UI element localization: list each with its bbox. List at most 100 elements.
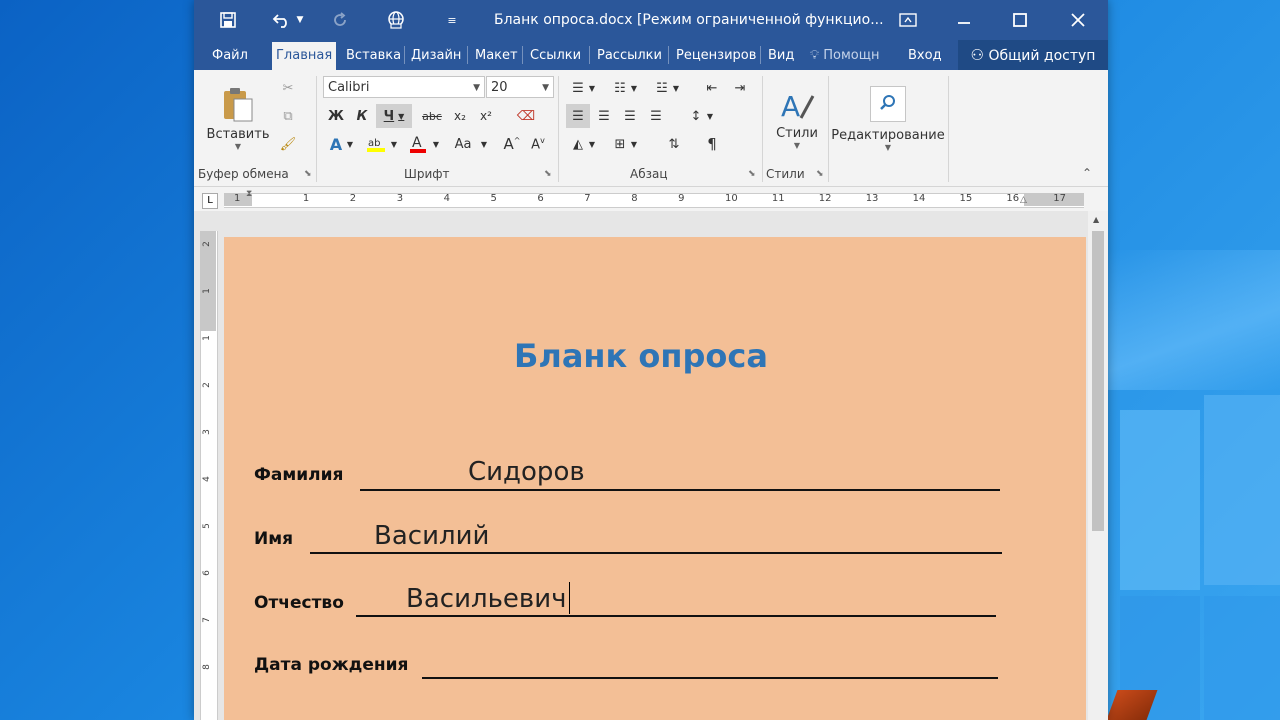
multilevel-dropdown[interactable]: ▼	[670, 76, 682, 100]
increase-indent-button[interactable]: ⇥	[728, 76, 752, 100]
bold-button[interactable]: Ж	[324, 104, 348, 128]
paragraph-launcher[interactable]: ⬊	[748, 169, 756, 179]
svg-text:ab: ab	[368, 138, 380, 149]
ruler-number: 14	[912, 193, 926, 204]
numbering-dropdown[interactable]: ▼	[628, 76, 640, 100]
styles-button[interactable]: A Стили ▼	[768, 76, 826, 162]
tab-home[interactable]: Главная	[272, 42, 337, 70]
sign-in-link[interactable]: Вход	[904, 42, 946, 70]
collapse-ribbon-button[interactable]: ⌃	[1082, 166, 1092, 180]
document-page[interactable]: Бланк опроса Фамилия Сидоров Имя Василий…	[224, 237, 1086, 720]
change-case-button[interactable]: Aa	[448, 132, 478, 156]
tab-insert[interactable]: Вставка	[342, 42, 405, 70]
shading-dropdown[interactable]: ▼	[586, 132, 598, 156]
chevron-down-icon: ▼	[432, 139, 440, 149]
subscript-button[interactable]: x₂	[448, 104, 472, 128]
title-bar: ▼ ≡ Бланк опроса.docx [Режим ограниченно…	[194, 0, 1108, 40]
vertical-ruler-number: 2	[201, 241, 212, 247]
chevron-down-icon: ▼	[630, 83, 638, 93]
align-right-button[interactable]: ☰	[618, 104, 642, 128]
minimize-icon	[957, 13, 971, 27]
clipboard-launcher[interactable]: ⬊	[304, 169, 312, 179]
group-separator	[948, 76, 949, 182]
editing-button[interactable]: Редактирование ▼	[830, 76, 946, 162]
tab-view[interactable]: Вид	[764, 42, 798, 70]
align-center-button[interactable]: ☰	[592, 104, 616, 128]
lightbulb-icon: 💡︎	[810, 48, 820, 63]
ruler-number: 1	[234, 193, 241, 204]
paragraph-group-label: Абзац	[630, 167, 668, 181]
desktop-light-beam	[1108, 250, 1280, 390]
decrease-indent-button[interactable]: ⇤	[700, 76, 724, 100]
scrollbar-thumb[interactable]	[1092, 231, 1104, 531]
superscript-button[interactable]: x²	[474, 104, 498, 128]
font-size-combo[interactable]: 20 ▼	[486, 76, 554, 98]
change-case-dropdown[interactable]: ▼	[478, 132, 490, 156]
tab-tell-me[interactable]: 💡︎ Помощн	[806, 42, 883, 70]
tab-mailings[interactable]: Рассылки	[593, 42, 666, 70]
text-effects-dropdown[interactable]: ▼	[344, 132, 356, 156]
highlight-button[interactable]: ab	[364, 132, 388, 156]
strikethrough-button[interactable]: abc	[420, 104, 444, 128]
tab-design[interactable]: Дизайн	[407, 42, 465, 70]
ribbon-display-options-button[interactable]	[880, 0, 936, 40]
field-value-patronymic[interactable]: Васильевич	[406, 584, 566, 614]
format-painter-button[interactable]: 🖌︎	[276, 132, 300, 156]
tab-references[interactable]: Ссылки	[526, 42, 585, 70]
ruler-number: 1	[302, 193, 310, 204]
close-button[interactable]	[1050, 0, 1106, 40]
field-value-surname[interactable]: Сидоров	[468, 457, 585, 487]
chevron-down-icon: ▼	[346, 139, 354, 149]
ruler-number: 7	[584, 193, 591, 204]
clear-formatting-button[interactable]: ⌫	[514, 104, 538, 128]
field-line-name	[310, 552, 1002, 554]
font-launcher[interactable]: ⬊	[544, 169, 552, 179]
line-spacing-dropdown[interactable]: ▼	[704, 104, 716, 128]
vertical-scrollbar[interactable]: ▲	[1088, 211, 1108, 720]
tab-review[interactable]: Рецензиров	[672, 42, 760, 70]
scroll-up-icon[interactable]: ▲	[1093, 215, 1099, 224]
font-name-combo[interactable]: Calibri ▼	[323, 76, 485, 98]
underline-button[interactable]: Ч ▼	[376, 104, 412, 128]
customize-qat-button[interactable]: ≡	[432, 0, 472, 40]
group-separator	[316, 76, 317, 182]
ruler-number: 3	[396, 193, 404, 204]
tab-separator	[467, 46, 468, 64]
shrink-font-button[interactable]: Av	[526, 132, 550, 156]
styles-launcher[interactable]: ⬊	[816, 169, 824, 179]
redo-button[interactable]	[320, 0, 360, 40]
bullets-dropdown[interactable]: ▼	[586, 76, 598, 100]
paste-button[interactable]: Вставить ▼	[207, 78, 269, 158]
tab-layout[interactable]: Макет	[471, 42, 522, 70]
justify-button[interactable]: ☰	[644, 104, 668, 128]
maximize-icon	[1013, 13, 1027, 27]
vertical-ruler-number: 8	[201, 664, 212, 670]
ribbon-home: Вставить ▼ ✂ ⧉ 🖌︎ Буфер обмена ⬊ Calibri…	[194, 70, 1108, 187]
font-color-button[interactable]: A	[406, 132, 430, 156]
align-center-icon: ☰	[598, 108, 610, 124]
align-left-button[interactable]: ☰	[566, 104, 590, 128]
right-indent-marker[interactable]: △	[1020, 195, 1027, 205]
highlight-dropdown[interactable]: ▼	[388, 132, 400, 156]
field-line-birthdate	[422, 677, 998, 679]
save-button[interactable]	[208, 0, 248, 40]
font-color-dropdown[interactable]: ▼	[430, 132, 442, 156]
share-button[interactable]: ⚇ Общий доступ	[958, 40, 1108, 70]
indent-marker[interactable]: ⧗	[246, 189, 252, 199]
grow-font-button[interactable]: A^	[500, 132, 524, 156]
maximize-button[interactable]	[992, 0, 1048, 40]
cut-button[interactable]: ✂	[276, 76, 300, 100]
undo-dropdown[interactable]: ▼	[290, 0, 310, 40]
show-formatting-button[interactable]: ¶	[700, 132, 724, 156]
styles-icon: A	[779, 88, 815, 124]
italic-button[interactable]: К	[350, 104, 374, 128]
sort-button[interactable]: ⇅	[662, 132, 686, 156]
copy-button[interactable]: ⧉	[276, 104, 300, 128]
field-value-name[interactable]: Василий	[374, 521, 489, 551]
touch-mode-button[interactable]	[376, 0, 416, 40]
styles-group-label: Стили	[766, 167, 805, 181]
minimize-button[interactable]	[936, 0, 992, 40]
tab-selector[interactable]: L	[202, 193, 218, 209]
tab-file[interactable]: Файл	[208, 42, 252, 70]
borders-dropdown[interactable]: ▼	[628, 132, 640, 156]
